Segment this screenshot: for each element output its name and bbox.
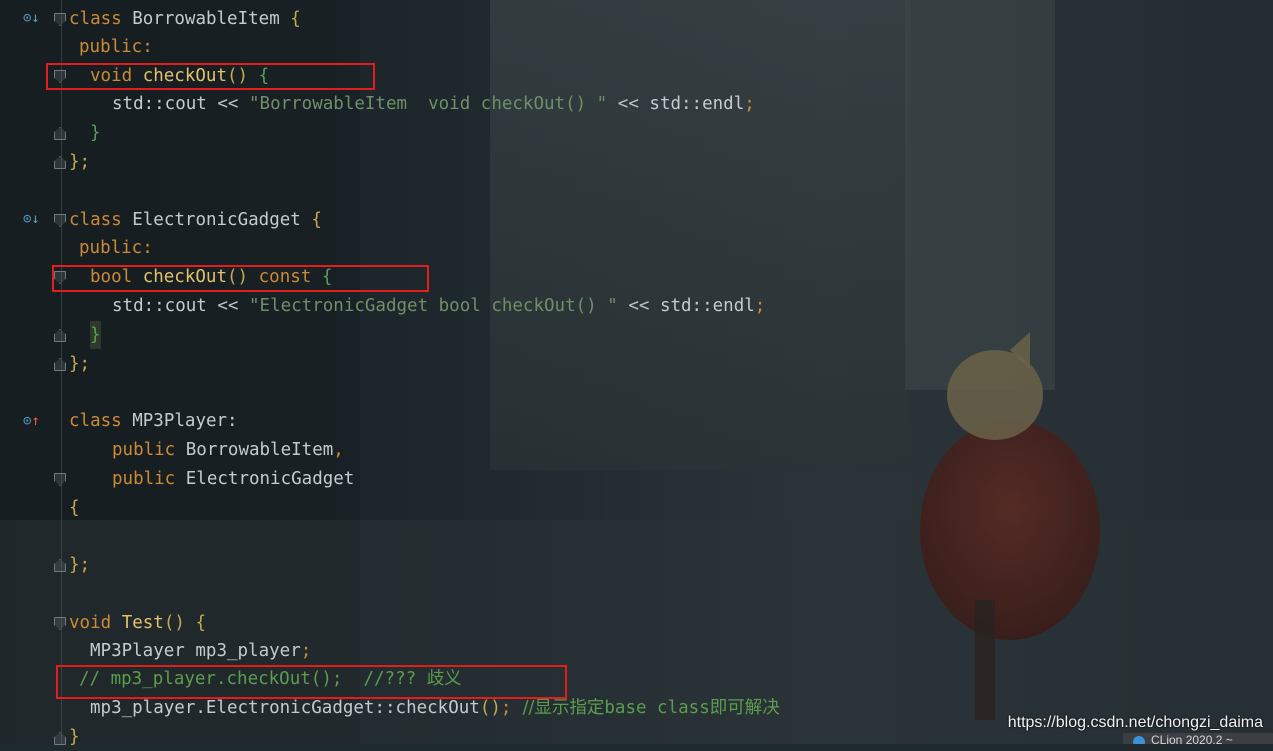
class-name: BorrowableItem [185,440,334,460]
variable: mp3_player [195,641,301,661]
semicolon: ; [500,698,512,718]
operator: << [217,296,239,316]
identifier: std::endl [649,94,745,114]
keyword: public [112,440,176,460]
code-line[interactable]: { [69,494,80,522]
identifier: std::cout [112,296,207,316]
code-line[interactable]: public ElectronicGadget [112,465,354,493]
keyword: class [69,210,122,230]
code-line[interactable]: class ElectronicGadget { [69,206,322,234]
code-line[interactable]: void Test() { [69,609,206,637]
watermark: https://blog.csdn.net/chongzi_daima [1007,714,1263,731]
operator: << [628,296,650,316]
highlight-box [52,265,429,292]
code-line[interactable]: }; [69,350,90,378]
code-line[interactable]: } [90,321,101,349]
identifier: std::endl [659,296,755,316]
string-literal: "BorrowableItem void checkOut() " [249,94,608,114]
string-literal: "ElectronicGadget bool checkOut() " [249,296,618,316]
comment: 即可解决 [709,698,780,718]
keyword: public [112,469,176,489]
code-line[interactable]: } [69,723,80,751]
code-line[interactable]: std::cout << "BorrowableItem void checkO… [112,90,755,118]
code-line[interactable]: } [90,119,101,147]
operator: << [217,94,239,114]
keyword: class [69,411,122,431]
class-name: ElectronicGadget [185,469,355,489]
brace: { [311,210,322,230]
code-line[interactable]: class BorrowableItem { [69,5,301,33]
operator: << [617,94,639,114]
semicolon: ; [754,296,766,316]
class-name: BorrowableItem [132,9,280,29]
function-name: Test [121,613,164,633]
info-icon[interactable] [1133,736,1145,744]
code-editor[interactable]: class BorrowableItem { public: void chec… [0,0,1273,747]
comma: , [333,440,344,460]
paren: () [163,613,185,633]
method-call: mp3_player.ElectronicGadget::checkOut [90,698,480,718]
code-line[interactable]: public: [79,234,153,262]
class-name: MP3Player: [132,411,238,431]
paren: () [479,698,501,718]
highlight-box [56,665,567,699]
keyword: class [69,9,122,29]
code-line[interactable]: public: [79,33,153,61]
code-line[interactable]: std::cout << "ElectronicGadget bool chec… [112,292,765,320]
code-line[interactable]: class MP3Player: [69,407,238,435]
comment: //显示指定 [511,698,605,718]
keyword: void [69,613,112,633]
status-bar: CLion 2020.2 ~ [1123,733,1273,744]
brace: { [195,613,207,633]
code-line[interactable]: }; [69,551,90,579]
type-name: MP3Player [90,641,185,661]
highlight-box [46,63,375,90]
code-line[interactable]: }; [69,148,90,176]
identifier: std::cout [112,94,207,114]
semicolon: ; [744,94,755,114]
code-line[interactable]: MP3Player mp3_player; [90,637,311,665]
class-name: ElectronicGadget [132,210,301,230]
comment: base class [604,698,710,718]
status-text: CLion 2020.2 ~ [1151,733,1233,744]
brace: { [290,9,301,29]
semicolon: ; [300,641,312,661]
code-line[interactable]: public BorrowableItem, [112,436,344,464]
